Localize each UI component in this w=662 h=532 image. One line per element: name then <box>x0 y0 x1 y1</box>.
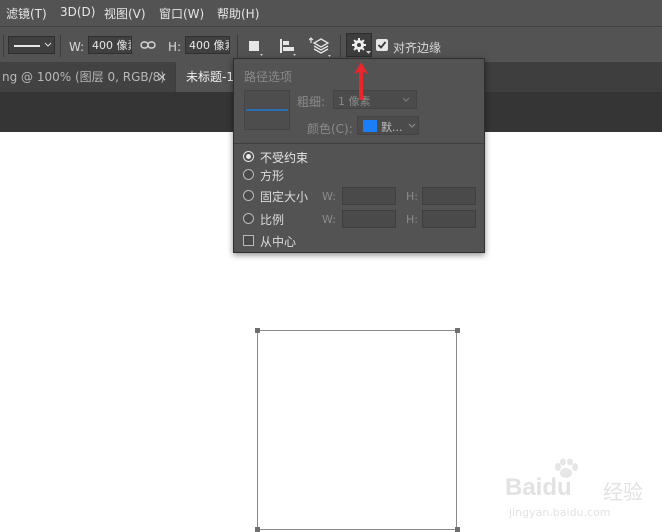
color-value: 默... <box>381 121 403 134</box>
corner-handle[interactable] <box>455 527 460 532</box>
radio-proportional[interactable] <box>243 213 254 224</box>
menu-view[interactable]: 视图(V) <box>104 5 146 22</box>
path-alignment-icon[interactable] <box>277 37 299 59</box>
tab-label: 未标题-1 <box>186 70 234 84</box>
separator <box>60 35 61 57</box>
radio-unconstrained[interactable] <box>243 151 254 162</box>
width-label: W: <box>69 40 85 54</box>
proportional-width-label: W: <box>322 213 336 226</box>
color-dropdown[interactable]: 默... <box>357 116 419 135</box>
proportional-width-field[interactable] <box>342 210 396 228</box>
watermark-url: jingyan.baidu.com <box>509 506 611 519</box>
path-arrangement-icon[interactable] <box>309 36 333 58</box>
radio-fixed-size-label: 固定大小 <box>260 190 309 204</box>
height-field[interactable]: 400 像素 <box>185 36 230 54</box>
menu-help[interactable]: 帮助(H) <box>217 5 259 22</box>
gear-button[interactable] <box>346 33 372 57</box>
popup-divider <box>234 143 484 144</box>
stroke-preview <box>244 90 290 130</box>
path-operations-icon[interactable] <box>246 37 264 59</box>
stroke-type-dropdown[interactable] <box>8 36 55 54</box>
menu-3d[interactable]: 3D(D) <box>60 5 95 19</box>
proportional-height-field[interactable] <box>422 210 476 228</box>
corner-handle[interactable] <box>455 328 460 333</box>
tab-untitled[interactable]: 未标题-1 <box>176 62 236 92</box>
align-edges-label: 对齐边缘 <box>393 41 442 55</box>
width-field[interactable]: 400 像素 <box>88 36 132 54</box>
watermark-cn: 经验 <box>603 480 643 504</box>
radio-fixed-size[interactable] <box>243 190 254 201</box>
separator <box>237 35 238 57</box>
separator <box>3 35 4 57</box>
from-center-label: 从中心 <box>260 235 297 249</box>
radio-unconstrained-label: 不受约束 <box>260 151 309 165</box>
close-icon[interactable]: × <box>157 62 167 92</box>
watermark-brand: Baidu <box>505 474 572 501</box>
chevron-down-icon <box>402 97 410 102</box>
proportional-height-label: H: <box>406 213 418 226</box>
corner-handle[interactable] <box>255 527 260 532</box>
color-swatch <box>363 120 377 132</box>
chevron-down-icon <box>366 51 371 54</box>
chevron-down-icon <box>44 42 52 47</box>
check-icon <box>377 41 387 49</box>
thickness-label: 粗细: <box>297 95 326 109</box>
square-shape[interactable] <box>257 330 457 530</box>
link-icon[interactable] <box>140 39 156 61</box>
from-center-checkbox[interactable] <box>243 235 254 246</box>
height-label: H: <box>168 40 182 54</box>
popup-title: 路径选项 <box>244 70 293 84</box>
annotation-arrow-icon <box>354 62 368 100</box>
gear-icon <box>352 38 366 52</box>
thickness-field[interactable]: 1 像素 <box>333 90 417 109</box>
corner-handle[interactable] <box>255 328 260 333</box>
color-label: 颜色(C): <box>307 122 353 136</box>
fixed-width-field[interactable] <box>342 187 396 205</box>
tab-document-1[interactable]: ng @ 100% (图层 0, RGB/8) × <box>0 62 175 92</box>
fixed-width-label: W: <box>322 190 336 203</box>
menu-bar: 滤镜(T) 3D(D) 视图(V) 窗口(W) 帮助(H) <box>0 0 662 26</box>
menu-filter[interactable]: 滤镜(T) <box>6 5 47 22</box>
tab-label: ng @ 100% (图层 0, RGB/8) <box>2 70 165 84</box>
radio-square[interactable] <box>243 169 254 180</box>
fixed-height-label: H: <box>406 190 418 203</box>
align-edges-checkbox[interactable] <box>376 39 388 51</box>
radio-square-label: 方形 <box>260 169 285 183</box>
fixed-height-field[interactable] <box>422 187 476 205</box>
chevron-down-icon <box>408 123 416 128</box>
radio-proportional-label: 比例 <box>260 213 285 227</box>
separator <box>340 35 341 57</box>
menu-window[interactable]: 窗口(W) <box>159 5 204 22</box>
